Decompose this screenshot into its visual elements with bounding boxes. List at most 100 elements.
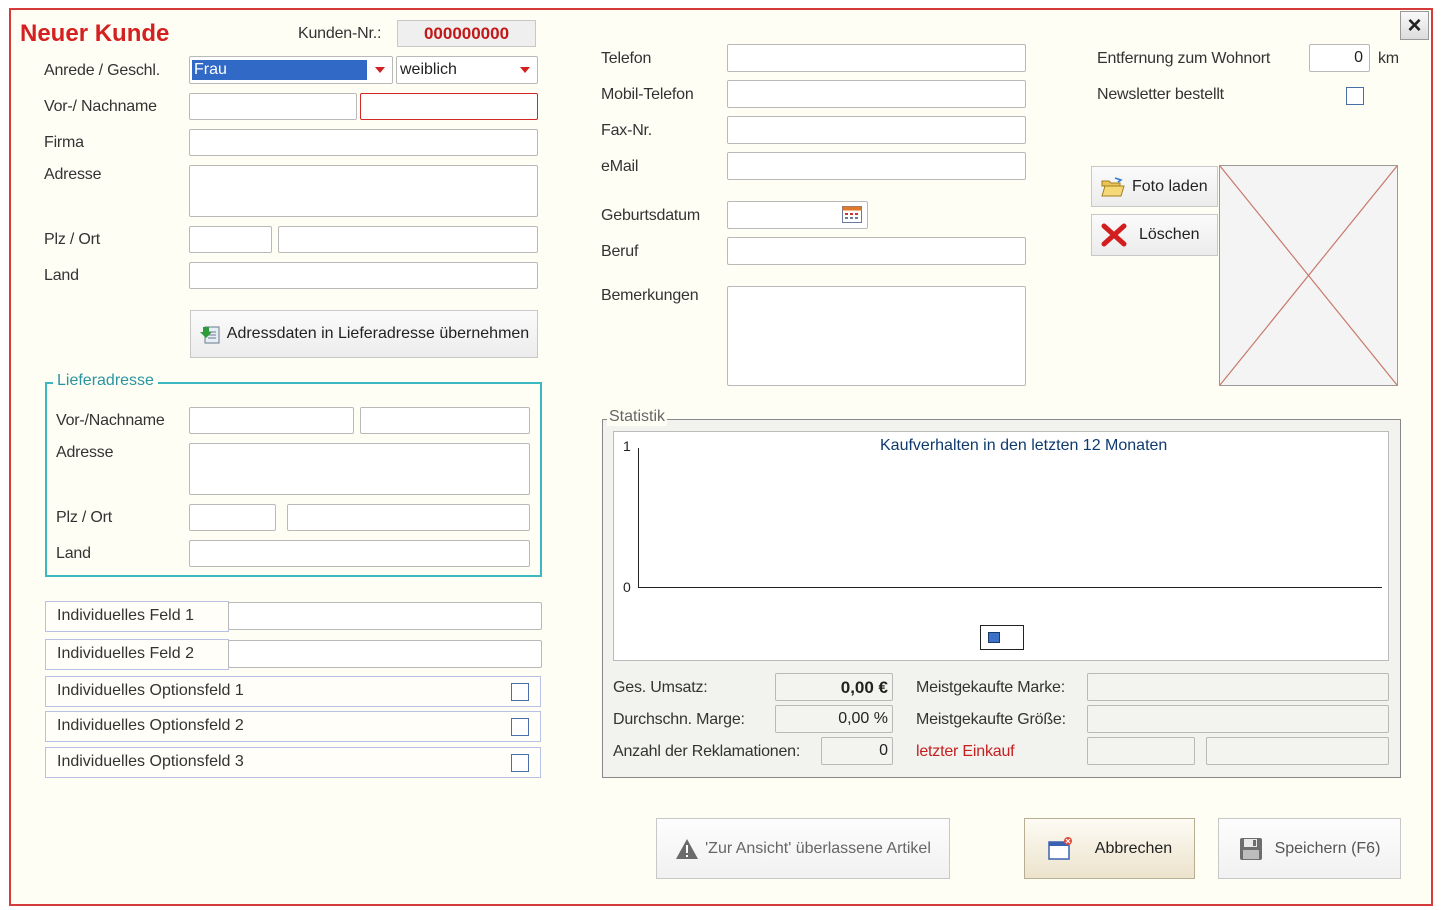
reklamationen-value: 0 [879,742,888,759]
x-axis [638,587,1382,588]
liefer-adresse-input[interactable] [189,443,530,495]
image-placeholder-icon [1220,166,1397,385]
land-label: Land [44,267,79,284]
vorname-input[interactable] [189,93,357,120]
loeschen-button[interactable]: Löschen [1091,214,1218,256]
beruf-input[interactable] [727,237,1026,265]
entfernung-label: Entfernung zum Wohnort [1097,50,1271,67]
photo-placeholder [1219,165,1398,386]
email-input[interactable] [727,152,1026,180]
geschlecht-select[interactable]: weiblich [396,56,538,84]
bemerkungen-input[interactable] [727,286,1026,386]
marke-field [1087,673,1389,701]
umsatz-value: 0,00 € [840,678,888,697]
dialog-title: Neuer Kunde [20,20,170,47]
plz-label: Plz / Ort [44,231,100,248]
letzter-einkauf-date [1087,737,1195,765]
land-input[interactable] [189,262,538,289]
lieferadresse-title: Lieferadresse [53,372,158,390]
liefer-vorname-input[interactable] [189,407,354,434]
warning-icon [675,838,699,860]
fax-input[interactable] [727,116,1026,144]
copy-address-icon [199,323,221,345]
delete-x-icon [1101,223,1127,247]
kundennr-field: 000000000 [397,20,536,47]
abbrechen-button[interactable]: Abbrechen [1024,818,1195,879]
custom-option-1-label: Individuelles Optionsfeld 1 [57,682,244,699]
kundennr-label: Kunden-Nr.: [298,25,382,42]
liefer-plz-label: Plz / Ort [56,509,112,526]
adresse-label: Adresse [44,166,102,183]
custom-field-1-label-box: Individuelles Feld 1 [45,601,229,632]
kundennr-value: 000000000 [423,23,510,43]
telefon-label: Telefon [601,50,652,67]
custom-option-2-checkbox[interactable] [511,718,529,736]
purchase-chart: Kaufverhalten in den letzten 12 Monaten … [613,431,1389,661]
loeschen-label: Löschen [1139,226,1200,243]
ort-input[interactable] [278,226,538,253]
custom-option-3-row: Individuelles Optionsfeld 3 [45,747,541,778]
chevron-down-icon [520,67,530,73]
chart-title: Kaufverhalten in den letzten 12 Monaten [880,437,1168,454]
custom-option-3-checkbox[interactable] [511,754,529,772]
foto-laden-button[interactable]: Foto laden [1091,166,1218,207]
newsletter-checkbox[interactable] [1346,87,1364,105]
close-button[interactable]: × [1400,11,1429,40]
speichern-label: Speichern (F6) [1274,839,1381,857]
liefer-ort-input[interactable] [287,504,530,531]
nachname-input[interactable] [360,93,538,120]
mobil-label: Mobil-Telefon [601,86,694,103]
y-axis [638,448,639,587]
custom-field-2-label: Individuelles Feld 2 [57,645,194,662]
ansicht-button[interactable]: 'Zur Ansicht' überlassene Artikel [656,818,950,879]
entfernung-input[interactable]: 0 [1309,44,1370,72]
newsletter-label: Newsletter bestellt [1097,86,1224,103]
anrede-select[interactable]: Frau [189,56,393,84]
entfernung-unit: km [1378,50,1399,67]
firma-label: Firma [44,134,84,151]
liefer-land-label: Land [56,545,91,562]
anrede-value: Frau [192,60,367,80]
custom-option-3-label: Individuelles Optionsfeld 3 [57,753,244,770]
liefer-name-label: Vor-/Nachname [56,412,165,429]
bemerkungen-label: Bemerkungen [601,287,699,304]
custom-field-2-label-box: Individuelles Feld 2 [45,639,229,670]
custom-field-2-input[interactable] [228,640,542,668]
anrede-label: Anrede / Geschl. [44,62,160,79]
ansicht-label: 'Zur Ansicht' überlassene Artikel [705,839,931,857]
speichern-button[interactable]: Speichern (F6) [1218,818,1401,879]
custom-option-1-checkbox[interactable] [511,683,529,701]
custom-option-2-label: Individuelles Optionsfeld 2 [57,717,244,734]
reklamationen-field: 0 [821,737,893,765]
marge-value: 0,00 % [838,710,888,727]
mobil-input[interactable] [727,80,1026,108]
plz-input[interactable] [189,226,272,253]
beruf-label: Beruf [601,243,639,260]
copy-address-button[interactable]: Adressdaten in Lieferadresse übernehmen [190,310,538,358]
umsatz-label: Ges. Umsatz: [613,679,708,696]
telefon-input[interactable] [727,44,1026,72]
firma-input[interactable] [189,129,538,156]
statistik-title: Statistik [607,408,668,426]
close-icon: × [1407,11,1422,39]
custom-field-1-input[interactable] [228,602,542,630]
copy-address-label: Adressdaten in Lieferadresse übernehmen [226,325,530,342]
letzter-einkauf-label: letzter Einkauf [916,743,1015,760]
custom-field-1-label: Individuelles Feld 1 [57,607,194,624]
marke-label: Meistgekaufte Marke: [916,679,1065,696]
entfernung-value: 0 [1354,49,1363,66]
foto-laden-label: Foto laden [1132,177,1208,195]
letzter-einkauf-detail [1206,737,1389,765]
cancel-window-icon [1047,836,1073,861]
adresse-input[interactable] [189,165,538,217]
liefer-nachname-input[interactable] [360,407,530,434]
marge-field: 0,00 % [775,705,893,733]
liefer-adresse-label: Adresse [56,444,114,461]
marge-label: Durchschn. Marge: [613,711,745,728]
calendar-icon[interactable] [842,206,862,223]
name-label: Vor-/ Nachname [44,98,157,115]
y-tick-max: 1 [623,438,631,454]
liefer-plz-input[interactable] [189,504,276,531]
legend-swatch [988,632,1000,643]
liefer-land-input[interactable] [189,540,530,567]
